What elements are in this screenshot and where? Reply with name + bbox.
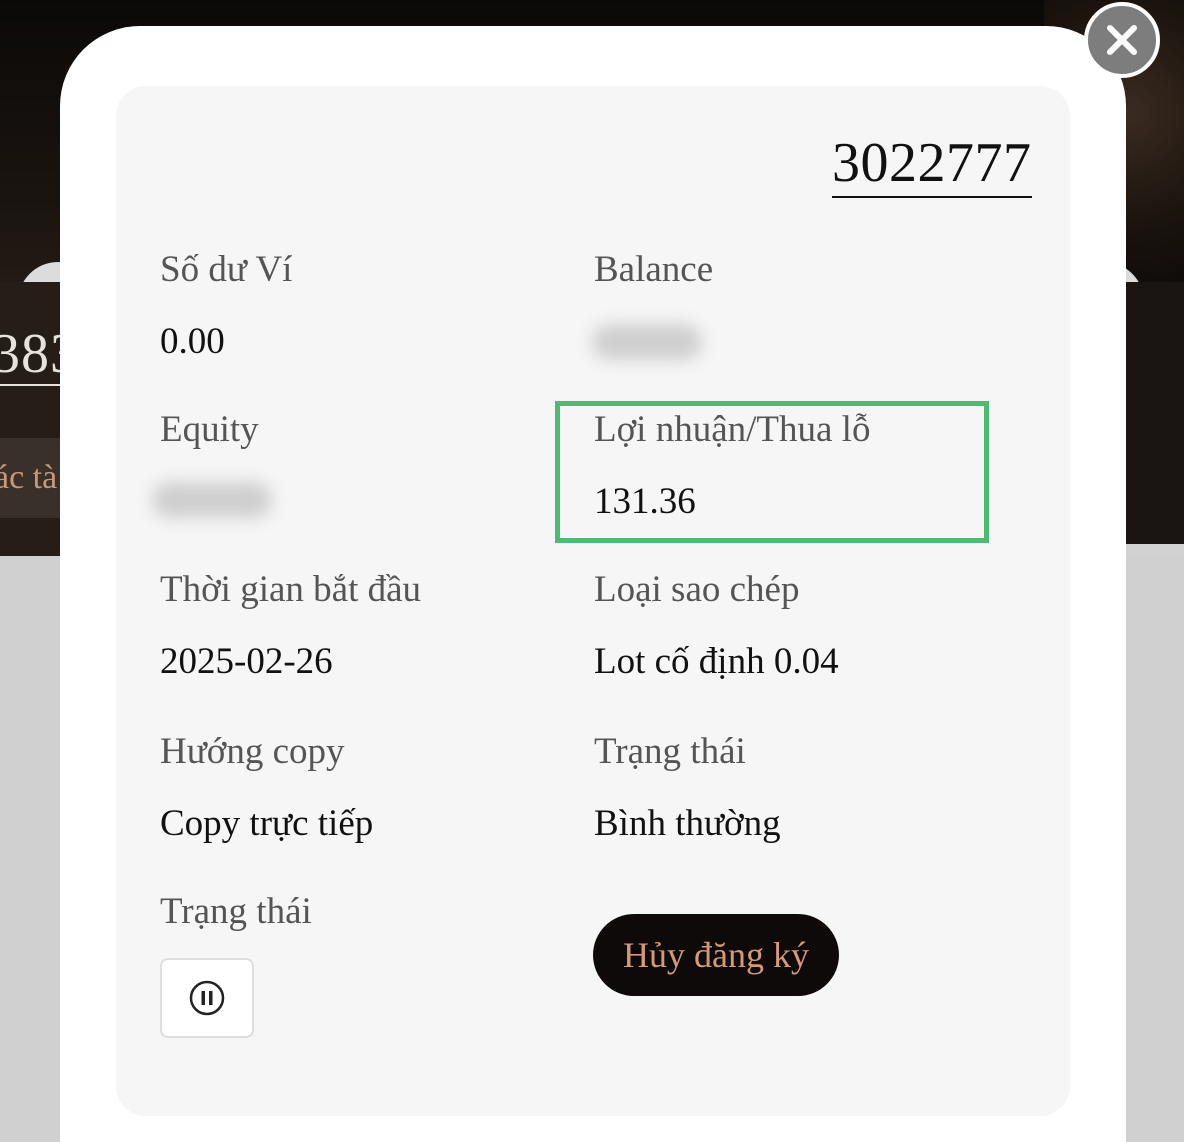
profit-loss-label: Lợi nhuận/Thua lỗ — [594, 409, 871, 450]
close-icon — [1107, 25, 1137, 55]
start-time-value: 2025-02-26 — [160, 641, 333, 682]
account-number: 3022777 — [832, 130, 1032, 198]
balance-label: Balance — [594, 249, 714, 290]
profit-loss-value: 131.36 — [594, 481, 696, 522]
equity-value-redacted — [152, 482, 272, 518]
copy-direction-value: Copy trực tiếp — [160, 803, 374, 844]
pause-copy-button[interactable] — [160, 958, 254, 1038]
balance-value-redacted — [592, 324, 702, 360]
equity-label: Equity — [160, 409, 259, 450]
status-label: Trạng thái — [594, 731, 746, 772]
wallet-balance-label: Số dư Ví — [160, 249, 293, 290]
copy-type-label: Loại sao chép — [594, 569, 800, 610]
close-button[interactable] — [1084, 2, 1160, 78]
wallet-balance-value: 0.00 — [160, 321, 225, 362]
copy-status-label: Trạng thái — [160, 891, 312, 932]
start-time-label: Thời gian bắt đầu — [160, 569, 422, 610]
unsubscribe-button[interactable]: Hủy đăng ký — [593, 914, 839, 996]
status-value: Bình thường — [594, 803, 781, 844]
copy-type-value: Lot cố định 0.04 — [594, 641, 839, 682]
pause-icon — [189, 980, 225, 1016]
copy-direction-label: Hướng copy — [160, 731, 345, 772]
